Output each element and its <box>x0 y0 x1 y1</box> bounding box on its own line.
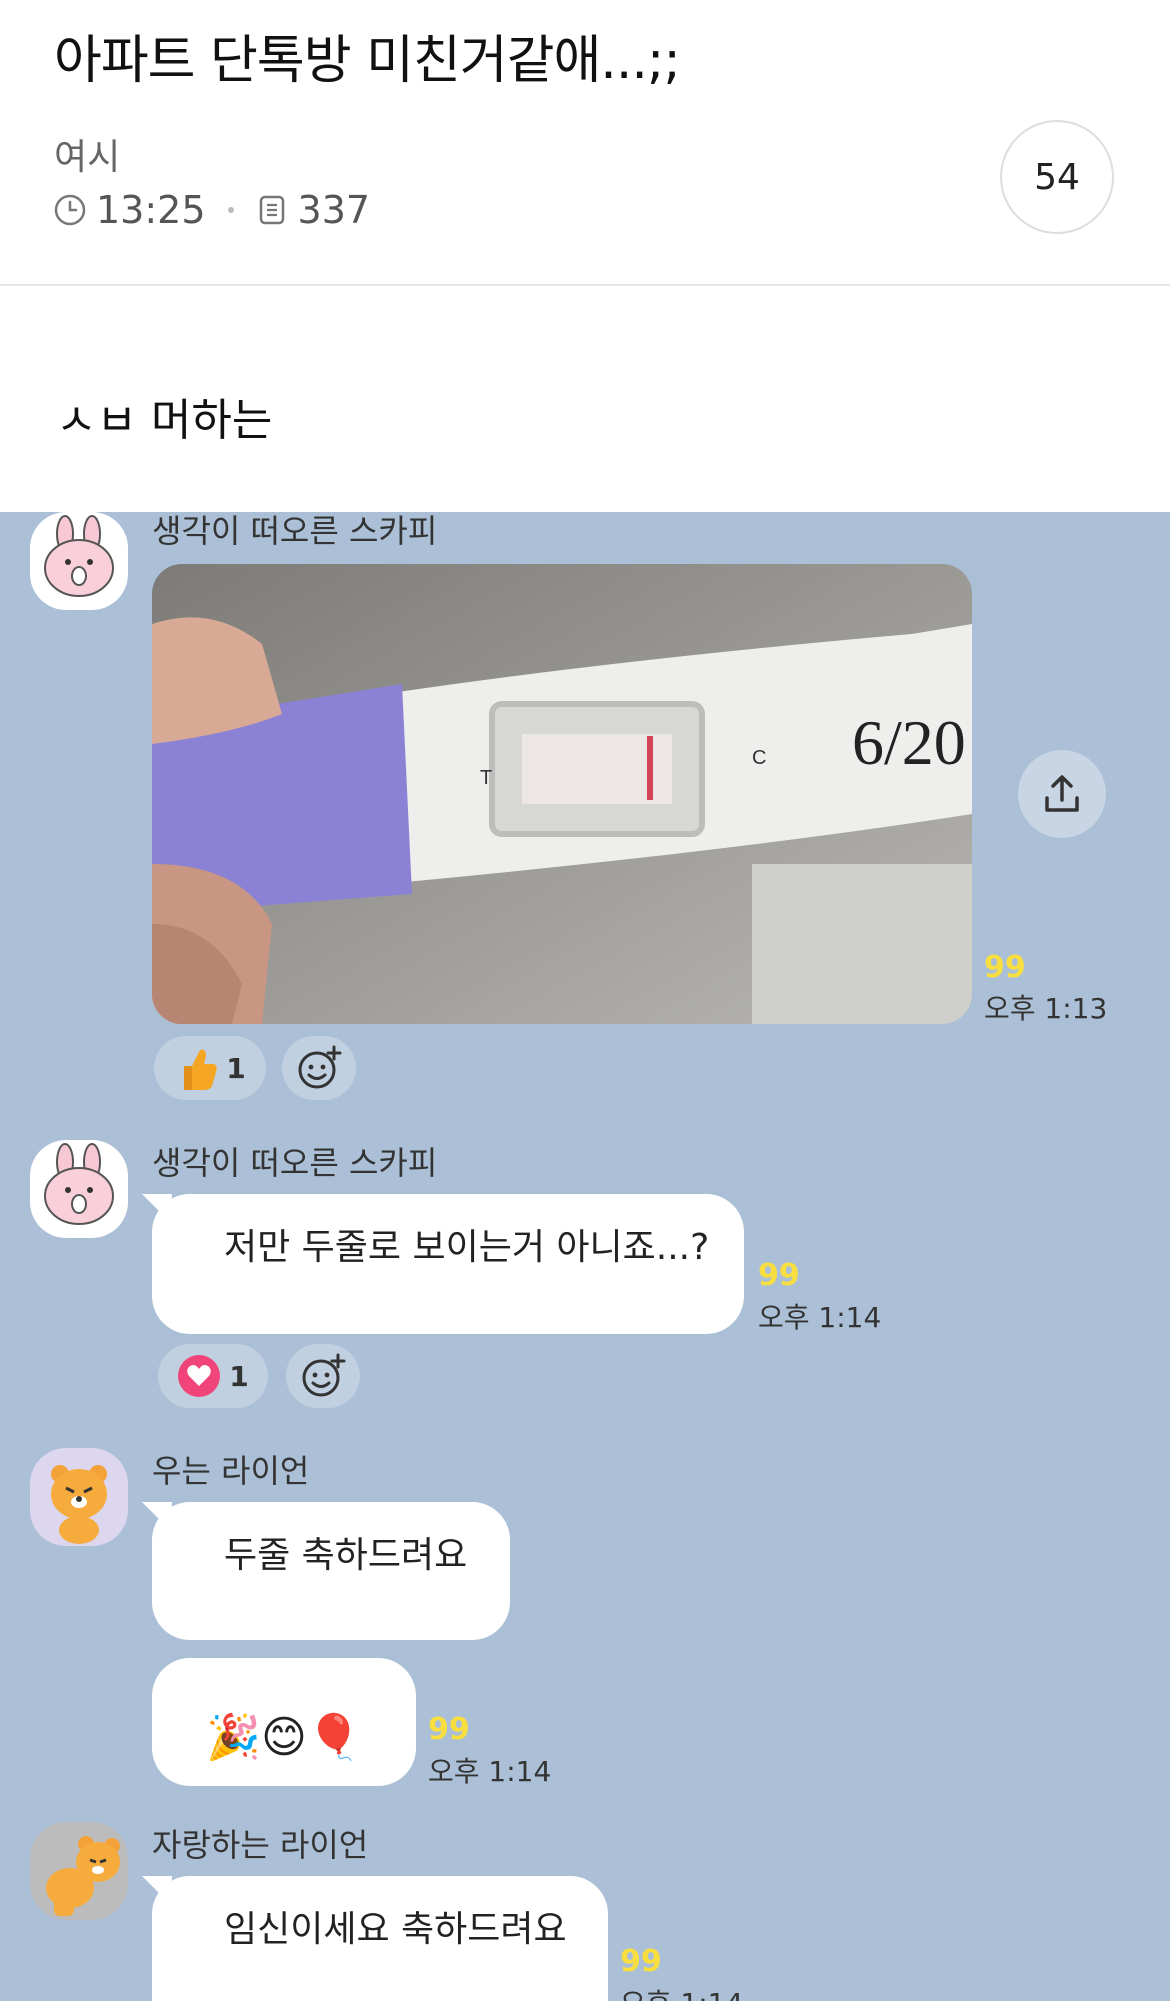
message-time: 오후 1:13 <box>984 992 1108 1025</box>
sender-name: 자랑하는 라이언 <box>152 1826 369 1864</box>
heart-icon <box>178 1355 221 1397</box>
post-meta: 13:25 337 <box>54 188 370 232</box>
avatar-proud-ryan <box>30 1822 128 1920</box>
add-reaction-button[interactable] <box>282 1036 356 1100</box>
reaction-count: 1 <box>229 1359 249 1393</box>
document-icon <box>259 195 284 225</box>
author-name[interactable]: 여시 <box>54 128 120 180</box>
reaction-count: 1 <box>226 1051 246 1085</box>
avatar-scarpi <box>30 512 128 610</box>
message-time: 오후 1:14 <box>758 1301 882 1334</box>
comment-count-button[interactable]: 54 <box>1000 120 1114 234</box>
view-count: 337 <box>297 188 371 232</box>
message-time: 오후 1:14 <box>428 1755 552 1788</box>
message-bubble[interactable]: 임신이세요 축하드려요 <box>152 1876 608 2001</box>
add-reaction-button[interactable] <box>286 1344 360 1408</box>
emoji-bubble[interactable]: 🎉😊🎈 <box>152 1658 416 1786</box>
unread-count: 99 <box>620 1944 662 1979</box>
avatar-scarpi <box>30 1140 128 1238</box>
message-bubble[interactable]: 두줄 축하드려요 <box>152 1502 510 1640</box>
unread-count: 99 <box>428 1712 470 1747</box>
pregnancy-test-photo[interactable]: T C 6/20 <box>152 564 972 1024</box>
add-emoji-icon <box>302 1353 346 1397</box>
post-body-text: ㅅㅂ 머하는 <box>56 395 273 446</box>
sender-name: 생각이 떠오른 스카피 <box>152 1144 438 1182</box>
post-time: 13:25 <box>96 188 206 232</box>
unread-count: 99 <box>758 1258 800 1293</box>
svg-text:C: C <box>752 747 766 769</box>
unread-count: 99 <box>984 950 1026 985</box>
thumbs-up-icon <box>184 1049 217 1090</box>
message-text: 두줄 축하드려요 <box>224 1535 468 1576</box>
share-icon <box>1045 775 1079 812</box>
sender-name: 우는 라이언 <box>152 1452 310 1490</box>
reaction-chip[interactable]: 1 <box>158 1344 268 1408</box>
chat-screenshot: 생각이 떠오른 스카피 T C 6/20 99 오후 1:13 1 생각이 떠오… <box>0 512 1170 2001</box>
divider <box>0 284 1170 286</box>
svg-text:6/20: 6/20 <box>852 707 966 778</box>
sender-name: 생각이 떠오른 스카피 <box>152 512 438 550</box>
clock-icon <box>54 194 86 226</box>
message-time: 오후 1:14 <box>620 1982 743 2001</box>
add-emoji-icon <box>298 1045 342 1089</box>
reaction-chip[interactable]: 1 <box>154 1036 266 1100</box>
svg-text:T: T <box>480 767 492 789</box>
message-text: 저만 두줄로 보이는거 아니죠...? <box>224 1227 710 1268</box>
emoji-party-smile-balloon: 🎉😊🎈 <box>206 1712 362 1763</box>
avatar-crying-ryan <box>30 1448 128 1546</box>
share-button[interactable] <box>1018 750 1106 838</box>
message-text: 임신이세요 축하드려요 <box>224 1909 567 1950</box>
post-title: 아파트 단톡방 미친거같애...;; <box>54 31 681 91</box>
message-bubble[interactable]: 저만 두줄로 보이는거 아니죠...? <box>152 1194 744 1334</box>
meta-separator <box>227 207 234 213</box>
